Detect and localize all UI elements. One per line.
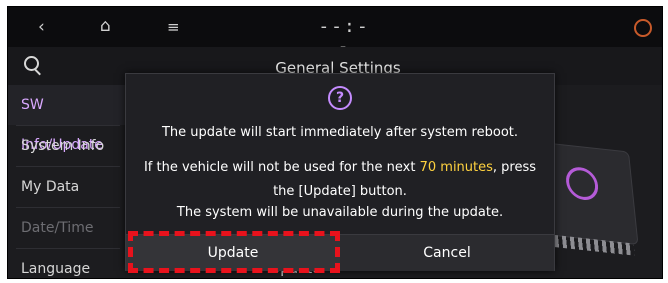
dialog-message-line: The system will be unavailable during th… — [176, 205, 504, 220]
search-icon[interactable] — [20, 53, 46, 79]
duration-highlight: 70 minutes — [419, 160, 493, 175]
home-icon[interactable]: ⌂ — [100, 16, 111, 36]
settings-sidebar: SW Info/Update System Info My Data Date/… — [8, 85, 128, 278]
dialog-message-text: , press — [492, 160, 537, 175]
dialog-message-line: The update will start immediately after … — [161, 125, 519, 140]
chip-pins — [545, 234, 635, 256]
sidebar-item-date-time: Date/Time — [21, 220, 94, 236]
search-handle-shape — [34, 69, 41, 76]
back-icon[interactable]: ‹ — [38, 17, 45, 37]
top-status-bar: ‹ ⌂ ≡ --:-- — [8, 7, 662, 57]
sidebar-item-sw-info-update[interactable]: SW Info/Update — [8, 85, 128, 153]
menu-icon[interactable]: ≡ — [167, 17, 180, 37]
sidebar-item-system-info[interactable]: System Info — [8, 126, 128, 166]
cancel-button[interactable]: Cancel — [340, 235, 554, 271]
sidebar-item-my-data[interactable]: My Data — [8, 167, 128, 207]
dialog-message-block: If the vehicle will not be used for the … — [126, 156, 554, 204]
dialog-message-text: If the vehicle will not be used for the … — [143, 160, 420, 175]
question-icon: ? — [328, 86, 352, 110]
search-lens-shape — [24, 56, 39, 71]
chip-logo-icon — [564, 165, 600, 202]
sidebar-item-language[interactable]: Language — [8, 249, 128, 278]
status-icon — [634, 19, 652, 37]
dialog-message-text: the [Update] button. — [273, 184, 407, 199]
head-unit-screen: ‹ ⌂ ≡ --:-- General Settings SW Info/Upd… — [7, 6, 663, 279]
annotation-highlight-box — [128, 231, 340, 273]
